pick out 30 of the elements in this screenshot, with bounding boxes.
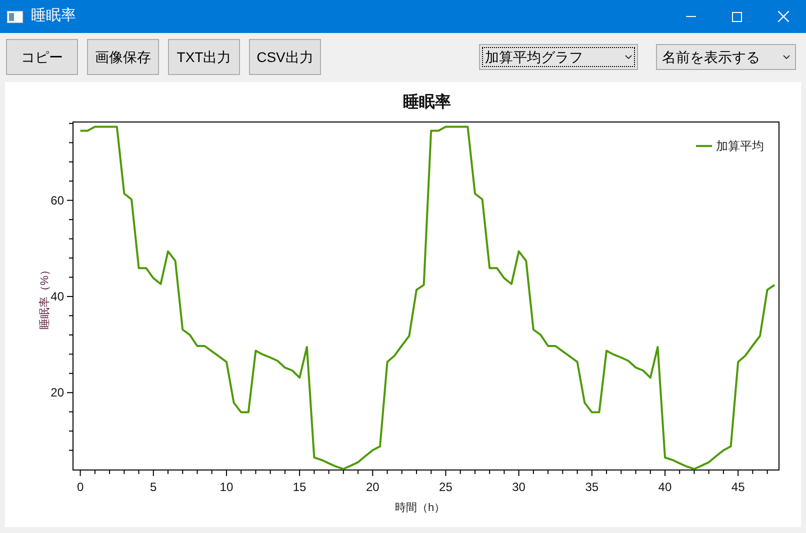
x-tick-label: 10 xyxy=(220,480,234,494)
x-tick-label: 15 xyxy=(292,480,306,494)
x-tick-label: 40 xyxy=(658,480,672,494)
close-icon xyxy=(778,11,788,22)
dropdown[interactable]: 加算平均グラフ xyxy=(479,44,638,70)
y-tick-label: 20 xyxy=(50,386,64,400)
x-tick-label: 25 xyxy=(439,480,452,494)
toolbar-button[interactable]: コピー xyxy=(6,39,78,75)
window-icon xyxy=(7,10,23,22)
caret-icon xyxy=(625,55,632,59)
toolbar-button[interactable]: TXT出力 xyxy=(168,39,240,75)
x-tick-label: 35 xyxy=(585,480,599,494)
chart-title: 睡眠率 xyxy=(403,94,451,111)
x-tick-label: 30 xyxy=(512,480,526,494)
legend-label: 加算平均 xyxy=(716,139,764,153)
x-tick-label: 5 xyxy=(150,480,157,494)
y-tick-label: 40 xyxy=(50,289,64,304)
toolbar-button[interactable]: 画像保存 xyxy=(87,39,159,75)
y-axis-title: 睡眠率（%） xyxy=(39,264,51,330)
x-tick-label: 45 xyxy=(731,480,745,494)
x-axis-title: 時間（h） xyxy=(394,502,446,514)
x-tick-label: 20 xyxy=(366,480,380,494)
dropdown[interactable]: 名前を表示する xyxy=(656,44,796,70)
y-tick-label: 60 xyxy=(50,193,64,208)
x-tick-label: 0 xyxy=(76,480,84,494)
toolbar-button[interactable]: CSV出力 xyxy=(249,39,321,75)
maximize-icon xyxy=(732,12,742,22)
caret-icon xyxy=(783,55,790,59)
window-title: 睡眠率 xyxy=(31,6,76,26)
minimize-icon xyxy=(686,16,696,17)
